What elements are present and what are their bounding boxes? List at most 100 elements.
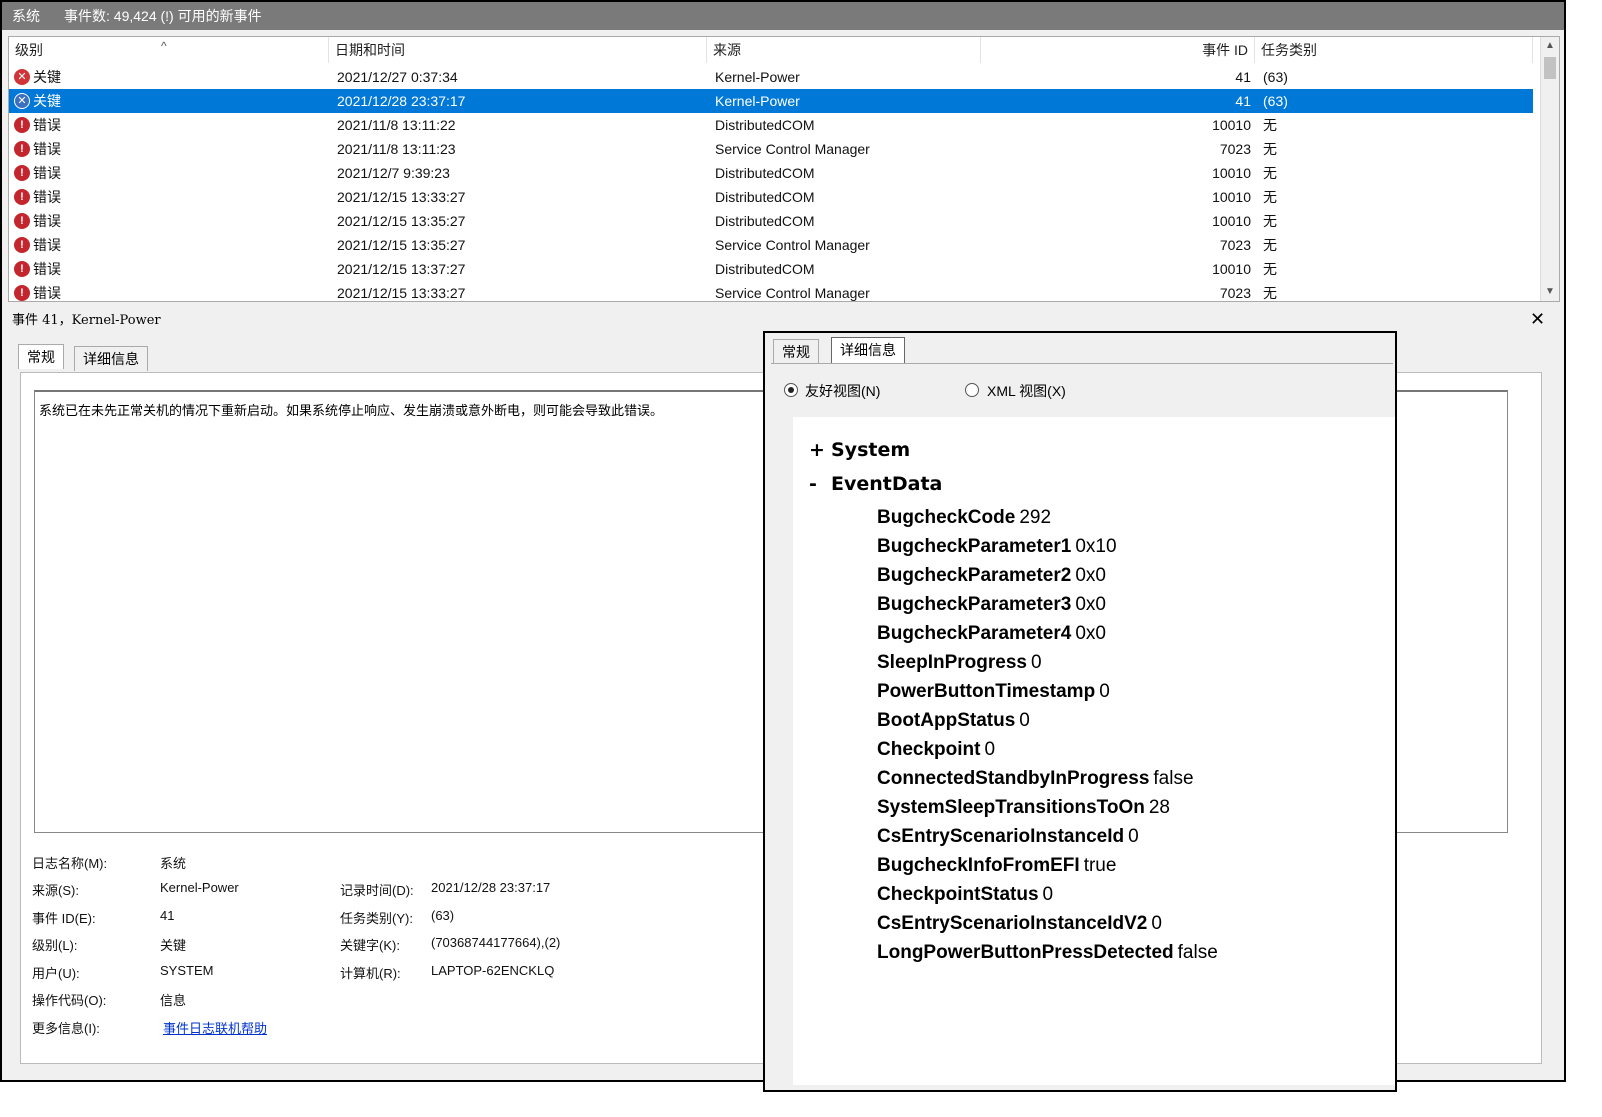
cell-task: 无 — [1263, 213, 1277, 229]
cell-datetime: 2021/12/15 13:35:27 — [337, 213, 466, 229]
event-data-tree: + System - EventData BugcheckCode 292 Bugc… — [793, 417, 1395, 1085]
field-value: 0x0 — [1075, 565, 1106, 586]
popup-tab-general[interactable]: 常规 — [773, 339, 819, 364]
popup-tab-details[interactable]: 详细信息 — [831, 337, 905, 364]
error-icon: ! — [14, 285, 30, 301]
close-icon[interactable]: ✕ — [1530, 309, 1545, 330]
field-value: 292 — [1019, 507, 1052, 528]
field-key: SystemSleepTransitionsToOn — [877, 797, 1145, 818]
scroll-down-icon[interactable]: ▼ — [1541, 283, 1559, 301]
value-logged: 2021/12/28 23:37:17 — [431, 880, 551, 895]
cell-datetime: 2021/12/15 13:33:27 — [337, 285, 466, 301]
field-key: ConnectedStandbyInProgress — [877, 768, 1150, 789]
scroll-thumb[interactable] — [1544, 57, 1556, 79]
error-icon: ! — [14, 165, 30, 181]
eventdata-field: Checkpoint 0 — [877, 739, 995, 761]
column-header-event-id[interactable]: 事件 ID — [981, 37, 1255, 63]
column-header-task[interactable]: 任务类别 — [1255, 37, 1533, 63]
field-value: 28 — [1148, 797, 1170, 818]
xml-view-label[interactable]: XML 视图(X) — [987, 381, 1066, 401]
scroll-up-icon[interactable]: ▲ — [1541, 37, 1559, 55]
cell-level: 错误 — [33, 165, 61, 181]
log-name: 系统 — [12, 8, 40, 24]
cell-datetime: 2021/12/27 0:37:34 — [337, 69, 458, 85]
tab-details[interactable]: 详细信息 — [74, 346, 148, 371]
column-datetime-label: 日期和时间 — [335, 42, 405, 58]
event-row[interactable]: ! 错误 2021/12/15 13:33:27 Service Control Ma… — [9, 281, 1533, 301]
cell-event-id: 7023 — [1219, 285, 1251, 301]
field-key: BootAppStatus — [877, 710, 1016, 731]
cell-datetime: 2021/12/15 13:37:27 — [337, 261, 466, 277]
xml-view-radio[interactable] — [965, 383, 979, 397]
cell-task: 无 — [1263, 285, 1277, 301]
cell-level: 错误 — [33, 141, 61, 157]
value-task: (63) — [431, 908, 455, 923]
error-icon: ! — [14, 213, 30, 229]
cell-source: Service Control Manager — [715, 237, 870, 253]
collapse-icon[interactable]: - — [809, 473, 817, 495]
online-help-link[interactable]: 事件日志联机帮助 — [163, 1018, 267, 1037]
event-row[interactable]: ✕ 关键 2021/12/27 0:37:34 Kernel-Power 41 (63) — [9, 65, 1533, 89]
tree-node-system[interactable]: + System — [809, 439, 1109, 467]
label-level: 级别(L): — [32, 938, 78, 953]
label-logged: 记录时间(D): — [340, 883, 414, 898]
cell-event-id: 10010 — [1212, 117, 1251, 133]
cell-event-id: 10010 — [1212, 189, 1251, 205]
column-source-label: 来源 — [713, 42, 741, 58]
cell-source: DistributedCOM — [715, 165, 815, 181]
cell-event-id: 10010 — [1212, 213, 1251, 229]
field-key: BugcheckParameter4 — [877, 623, 1072, 644]
tab-general[interactable]: 常规 — [18, 344, 64, 369]
field-value: 0 — [1019, 710, 1030, 731]
cell-level: 错误 — [33, 117, 61, 133]
cell-event-id: 7023 — [1219, 237, 1251, 253]
cell-source: Service Control Manager — [715, 141, 870, 157]
event-row[interactable]: ! 错误 2021/12/15 13:37:27 DistributedCOM 1001… — [9, 257, 1533, 281]
field-key: BugcheckParameter3 — [877, 594, 1072, 615]
event-list[interactable]: 级别 ^ 日期和时间 来源 事件 ID 任务类别 ✕ 关键 2021/12/27 0… — [8, 36, 1560, 302]
expand-icon[interactable]: + — [809, 439, 825, 461]
field-value: false — [1177, 942, 1218, 963]
field-value: 0 — [1128, 826, 1139, 847]
event-list-scrollbar[interactable]: ▲ ▼ — [1540, 37, 1559, 301]
event-row[interactable]: ! 错误 2021/12/15 13:35:27 Service Control Ma… — [9, 233, 1533, 257]
column-header-datetime[interactable]: 日期和时间 — [329, 37, 707, 63]
error-icon: ! — [14, 189, 30, 205]
event-row[interactable]: ✕ 关键 2021/12/28 23:37:17 Kernel-Power 41 (63) — [9, 89, 1533, 113]
value-opcode: 信息 — [160, 993, 187, 1008]
field-value: 0x0 — [1075, 594, 1106, 615]
column-header-source[interactable]: 来源 — [707, 37, 981, 63]
label-opcode: 操作代码(O): — [32, 993, 107, 1008]
description-text: 系统已在未先正常关机的情况下重新启动。如果系统停止响应、发生崩溃或意外断电，则可… — [39, 403, 664, 418]
column-event-id-label: 事件 ID — [1202, 42, 1248, 58]
event-count: 事件数: 49,424 (!) 可用的新事件 — [64, 8, 262, 24]
event-row[interactable]: ! 错误 2021/11/8 13:11:23 Service Control Man… — [9, 137, 1533, 161]
eventdata-field: BugcheckParameter1 0x10 — [877, 536, 1117, 558]
label-more-info: 更多信息(I): — [32, 1021, 100, 1036]
eventdata-field: BugcheckInfoFromEFI true — [877, 855, 1116, 877]
label-user: 用户(U): — [32, 966, 80, 981]
error-icon: ! — [14, 261, 30, 277]
event-row[interactable]: ! 错误 2021/12/15 13:33:27 DistributedCOM 1001… — [9, 185, 1533, 209]
tree-node-eventdata[interactable]: - EventData — [809, 473, 1109, 501]
cell-event-id: 41 — [1235, 93, 1251, 109]
cell-level: 关键 — [33, 93, 61, 109]
friendly-view-radio[interactable] — [784, 383, 798, 397]
column-header-level[interactable]: 级别 ^ — [9, 37, 329, 63]
critical-icon: ✕ — [14, 93, 30, 109]
eventdata-field: CsEntryScenarioInstanceIdV2 0 — [877, 913, 1162, 935]
event-row[interactable]: ! 错误 2021/12/15 13:35:27 DistributedCOM 1001… — [9, 209, 1533, 233]
label-event-id: 事件 ID(E): — [32, 911, 96, 926]
event-row[interactable]: ! 错误 2021/12/7 9:39:23 DistributedCOM 10010 无 — [9, 161, 1533, 185]
field-value: 0 — [1042, 884, 1054, 905]
cell-task: 无 — [1263, 165, 1277, 181]
cell-source: DistributedCOM — [715, 189, 815, 205]
eventdata-field: BugcheckParameter4 0x0 — [877, 623, 1106, 645]
field-key: BugcheckCode — [877, 507, 1016, 528]
error-icon: ! — [14, 141, 30, 157]
event-row[interactable]: ! 错误 2021/11/8 13:11:22 DistributedCOM 10010… — [9, 113, 1533, 137]
value-source: Kernel-Power — [160, 880, 239, 895]
eventdata-field: BugcheckParameter3 0x0 — [877, 594, 1106, 616]
friendly-view-label[interactable]: 友好视图(N) — [805, 381, 880, 401]
cell-task: (63) — [1263, 69, 1288, 85]
